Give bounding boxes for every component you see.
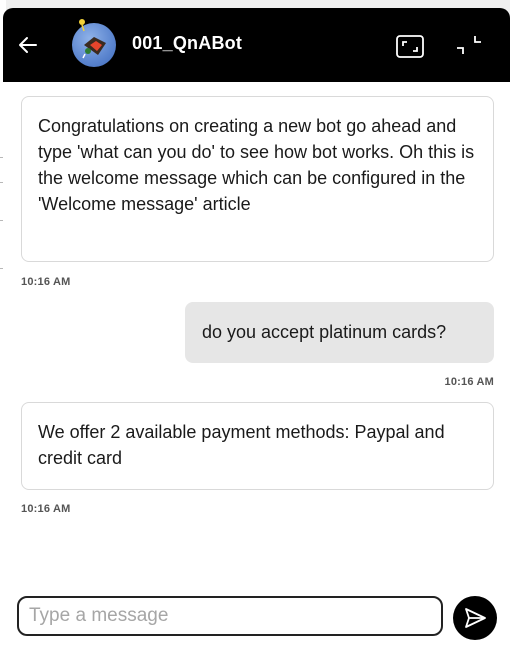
chat-header: 001_QnABot bbox=[3, 8, 510, 82]
bot-message: Congratulations on creating a new bot go… bbox=[21, 96, 494, 262]
expand-icon bbox=[396, 35, 424, 58]
minimize-icon bbox=[457, 36, 481, 54]
bot-name: 001_QnABot bbox=[132, 33, 243, 53]
bot-avatar bbox=[72, 19, 116, 67]
send-button[interactable] bbox=[453, 596, 497, 640]
expand-button[interactable] bbox=[395, 32, 425, 62]
message-list: Congratulations on creating a new bot go… bbox=[3, 82, 510, 582]
back-button[interactable] bbox=[13, 30, 43, 60]
bot-avatar-icon bbox=[79, 19, 106, 59]
message-input[interactable] bbox=[17, 596, 443, 636]
arrow-left-icon bbox=[19, 37, 37, 53]
user-message: do you accept platinum cards? bbox=[185, 302, 494, 363]
message-composer bbox=[3, 588, 510, 646]
message-timestamp: 10:16 AM bbox=[21, 276, 71, 288]
message-timestamp: 10:16 AM bbox=[21, 503, 71, 515]
minimize-button[interactable] bbox=[454, 32, 484, 62]
bot-message: We offer 2 available payment methods: Pa… bbox=[21, 402, 494, 490]
send-icon bbox=[465, 608, 486, 628]
chat-window: 001_QnABot Congratulations on creating a… bbox=[3, 8, 510, 646]
message-timestamp: 10:16 AM bbox=[444, 376, 494, 388]
